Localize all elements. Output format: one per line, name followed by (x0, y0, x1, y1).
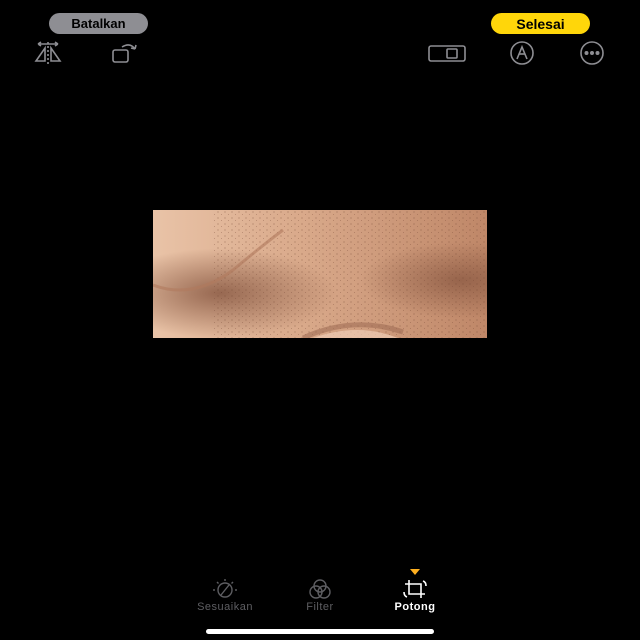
tool-filter[interactable]: Filter (296, 578, 344, 613)
home-indicator (206, 629, 434, 634)
tool-adjust[interactable]: Sesuaikan (184, 578, 266, 613)
skin-photo-image (153, 210, 487, 338)
more-icon[interactable] (575, 40, 609, 66)
tool-filter-label: Filter (306, 601, 334, 613)
done-button[interactable]: Selesai (491, 13, 590, 34)
active-tool-indicator (410, 569, 420, 575)
markup-icon[interactable] (505, 40, 539, 66)
photo-canvas[interactable] (153, 210, 487, 338)
adjust-dial-icon (211, 578, 239, 600)
tool-adjust-label: Sesuaikan (197, 601, 253, 613)
rotate-icon[interactable] (110, 40, 140, 66)
crop-rotate-icon (401, 578, 429, 600)
flip-horizontal-icon[interactable] (33, 40, 63, 66)
filter-circles-icon (306, 578, 334, 600)
aspect-ratio-icon[interactable] (427, 40, 467, 66)
tool-crop[interactable]: Potong (384, 578, 446, 613)
cancel-button[interactable]: Batalkan (49, 13, 148, 34)
tool-crop-label: Potong (394, 601, 436, 613)
